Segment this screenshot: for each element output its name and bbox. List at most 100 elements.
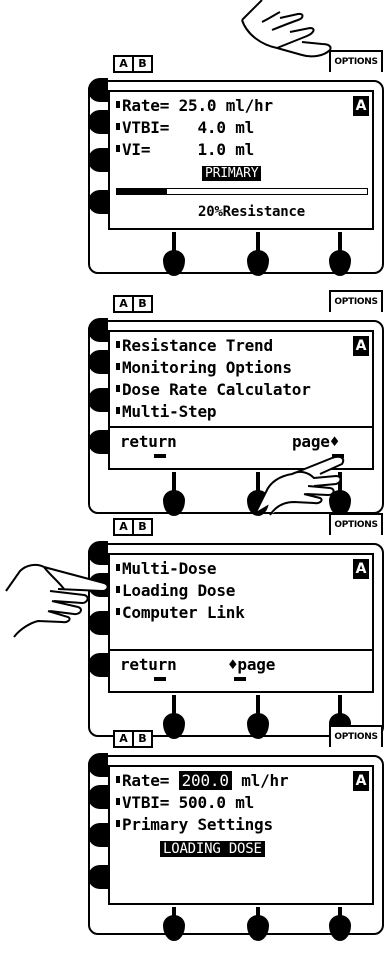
vi-line[interactable]: VI= 1.0 ml (116, 140, 254, 160)
softkey-return[interactable]: return (120, 432, 177, 452)
tab-b[interactable]: B (132, 297, 151, 311)
square-bullet-icon (116, 385, 120, 392)
softkey-label: ♦page (228, 655, 276, 674)
rate-line[interactable]: Rate= 25.0 ml/hr (116, 96, 273, 116)
menu-item-label: Resistance Trend (122, 336, 273, 355)
menu-item-label: Dose Rate Calculator (122, 380, 311, 399)
square-bullet-icon (116, 341, 120, 348)
softkey-divider (110, 426, 372, 428)
channel-indicator: A (353, 96, 369, 116)
left-key-1[interactable] (88, 318, 108, 342)
left-key-2[interactable] (88, 785, 108, 809)
pointing-hand-icon (241, 0, 332, 58)
softkey-marker (154, 454, 166, 458)
square-bullet-icon (116, 798, 120, 805)
bottom-key-1[interactable] (163, 915, 185, 941)
status-badge: PRIMARY (202, 166, 262, 181)
left-key-2[interactable] (88, 110, 108, 134)
menu-item-dose-rate-calculator[interactable]: Dose Rate Calculator (116, 380, 311, 400)
resistance-text: 20%Resistance (198, 204, 305, 220)
menu-item-resistance-trend[interactable]: Resistance Trend (116, 336, 273, 356)
softkey-page[interactable]: ♦page (228, 655, 275, 675)
options-button[interactable]: OPTIONS (329, 513, 383, 535)
status-line: LOADING DOSE (160, 839, 265, 859)
pump-panel-2: A B OPTIONS A Resistance Trend Monitorin… (0, 290, 391, 523)
vtbi-text: VTBI= 4.0 ml (122, 118, 255, 137)
pump-panel-4: A B OPTIONS A Rate= 200.0 ml/hr VTBI= 50… (0, 725, 391, 958)
rate-text: Rate= 25.0 ml/hr (122, 96, 273, 115)
left-key-4[interactable] (88, 653, 108, 677)
menu-item-loading-dose[interactable]: Loading Dose (116, 581, 235, 601)
channel-indicator: A (353, 559, 369, 579)
channel-indicator: A (353, 771, 369, 791)
left-key-4[interactable] (88, 190, 108, 214)
square-bullet-icon (116, 608, 120, 615)
menu-item-computer-link[interactable]: Computer Link (116, 603, 245, 623)
channel-indicator: A (353, 336, 369, 356)
menu-item-label: Multi-Step (122, 402, 217, 421)
vi-text: VI= 1.0 ml (122, 140, 255, 159)
pointing-hand-icon (255, 455, 345, 516)
menu-item-label: Multi-Dose (122, 559, 217, 578)
pressure-bar-fill (117, 189, 167, 194)
tab-b[interactable]: B (132, 57, 151, 71)
tab-b[interactable]: B (132, 732, 151, 746)
left-key-1[interactable] (88, 753, 108, 777)
softkey-marker (154, 677, 166, 681)
channel-tabs: A B (113, 730, 153, 748)
softkey-divider (110, 649, 372, 651)
lcd-screen: A Multi-Dose Loading Dose Computer Link … (108, 553, 374, 693)
square-bullet-icon (116, 407, 120, 414)
square-bullet-icon (116, 145, 120, 152)
rate-line[interactable]: Rate= 200.0 ml/hr (116, 771, 289, 791)
square-bullet-icon (116, 776, 120, 783)
menu-item-multi-dose[interactable]: Multi-Dose (116, 559, 217, 579)
status-badge: LOADING DOSE (160, 841, 265, 857)
channel-tabs: A B (113, 295, 153, 313)
left-key-2[interactable] (88, 350, 108, 374)
tab-a[interactable]: A (115, 297, 132, 311)
pointing-hand-icon (5, 563, 109, 638)
left-key-3[interactable] (88, 823, 108, 847)
rate-label: Rate= (122, 771, 170, 790)
square-bullet-icon (116, 820, 120, 827)
options-button[interactable]: OPTIONS (329, 725, 383, 747)
vtbi-text: VTBI= 500.0 ml (122, 793, 255, 812)
vtbi-line[interactable]: VTBI= 500.0 ml (116, 793, 254, 813)
menu-item-monitoring-options[interactable]: Monitoring Options (116, 358, 292, 378)
left-key-4[interactable] (88, 865, 108, 889)
tab-a[interactable]: A (115, 520, 132, 534)
square-bullet-icon (116, 363, 120, 370)
square-bullet-icon (116, 586, 120, 593)
softkey-label: return (120, 432, 177, 451)
channel-tabs: A B (113, 55, 153, 73)
square-bullet-icon (116, 101, 120, 108)
softkey-label: return (120, 655, 177, 674)
menu-item-label: Computer Link (122, 603, 245, 622)
bottom-key-3[interactable] (329, 915, 351, 941)
menu-item-label: Loading Dose (122, 581, 236, 600)
left-key-1[interactable] (88, 78, 108, 102)
left-key-4[interactable] (88, 430, 108, 454)
bottom-key-2[interactable] (247, 915, 269, 941)
rate-value-field[interactable]: 200.0 (178, 771, 232, 790)
footer-line: 20%Resistance (198, 202, 305, 222)
lcd-screen: A Rate= 200.0 ml/hr VTBI= 500.0 ml Prima… (108, 765, 374, 905)
softkey-marker (234, 677, 246, 681)
menu-item-multi-step[interactable]: Multi-Step (116, 402, 217, 422)
square-bullet-icon (116, 123, 120, 130)
options-button[interactable]: OPTIONS (329, 290, 383, 312)
status-line: PRIMARY (202, 164, 262, 184)
lcd-screen: A Rate= 25.0 ml/hr VTBI= 4.0 ml VI= 1.0 … (108, 90, 374, 230)
vtbi-line[interactable]: VTBI= 4.0 ml (116, 118, 254, 138)
tab-b[interactable]: B (132, 520, 151, 534)
pump-panel-3: A B OPTIONS A Multi-Dose Loading Dose Co… (0, 513, 391, 746)
tab-a[interactable]: A (115, 732, 132, 746)
left-key-3[interactable] (88, 388, 108, 412)
softkey-return[interactable]: return (120, 655, 177, 675)
primary-settings-text: Primary Settings (122, 815, 273, 834)
left-key-3[interactable] (88, 148, 108, 172)
tab-a[interactable]: A (115, 57, 132, 71)
primary-settings-line[interactable]: Primary Settings (116, 815, 273, 835)
square-bullet-icon (116, 564, 120, 571)
